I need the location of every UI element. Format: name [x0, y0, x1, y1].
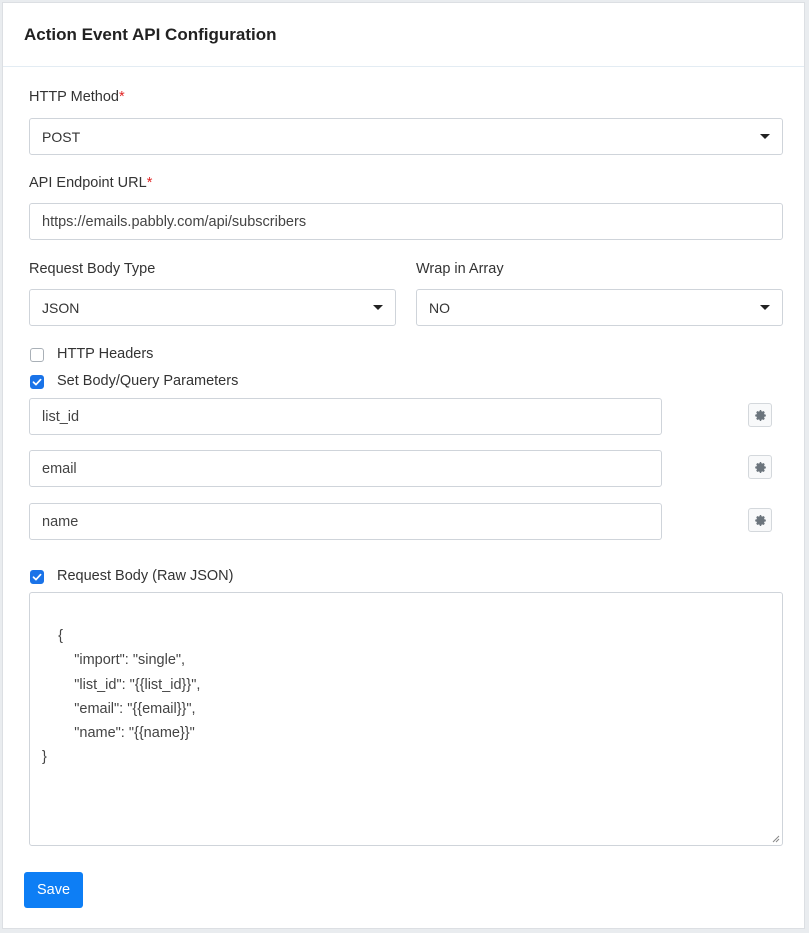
body-type-value: JSON: [42, 299, 80, 316]
endpoint-url-value: https://emails.pabbly.com/api/subscriber…: [42, 213, 307, 230]
param-input[interactable]: name: [29, 503, 662, 540]
set-params-checkbox[interactable]: [30, 375, 44, 389]
wrap-array-label: Wrap in Array: [416, 261, 504, 277]
checkmark-icon: [32, 378, 42, 386]
gear-icon: [754, 409, 766, 421]
wrap-array-select[interactable]: NO: [416, 289, 783, 326]
http-method-value: POST: [42, 128, 81, 145]
save-button[interactable]: Save: [24, 872, 83, 908]
http-method-label-text: HTTP Method: [29, 89, 119, 105]
chevron-down-icon: [373, 305, 383, 310]
body-type-label: Request Body Type: [29, 261, 156, 277]
http-method-label: HTTP Method*: [29, 89, 125, 105]
required-marker: *: [119, 89, 125, 105]
panel-header: Action Event API Configuration: [3, 3, 804, 67]
gear-icon: [754, 514, 766, 526]
param-settings-button[interactable]: [748, 403, 772, 427]
raw-body-checkbox[interactable]: [30, 570, 44, 584]
param-value: list_id: [42, 408, 80, 425]
required-marker: *: [146, 175, 153, 191]
raw-json-textarea[interactable]: { "import": "single", "list_id": "{{list…: [29, 592, 783, 846]
http-headers-checkbox[interactable]: [30, 348, 44, 362]
wrap-array-value: NO: [429, 299, 450, 316]
param-input[interactable]: list_id: [29, 398, 662, 435]
chevron-down-icon: [760, 305, 770, 310]
checkmark-icon: [32, 573, 42, 581]
body-type-select[interactable]: JSON: [29, 289, 396, 326]
param-input[interactable]: email: [29, 450, 662, 487]
param-value: email: [42, 460, 77, 477]
gear-icon: [754, 461, 766, 473]
set-params-label: Set Body/Query Parameters: [57, 373, 239, 389]
param-value: name: [42, 513, 79, 530]
endpoint-url-input[interactable]: https://emails.pabbly.com/api/subscriber…: [29, 203, 783, 240]
param-settings-button[interactable]: [748, 455, 772, 479]
panel-title: Action Event API Configuration: [24, 24, 277, 44]
http-headers-label: HTTP Headers: [57, 346, 154, 362]
chevron-down-icon: [760, 134, 770, 139]
api-config-panel: Action Event API Configuration HTTP Meth…: [2, 2, 805, 929]
param-settings-button[interactable]: [748, 508, 772, 532]
endpoint-label: API Endpoint URL*: [29, 175, 152, 191]
raw-json-content: { "import": "single", "list_id": "{{list…: [42, 628, 201, 766]
resize-handle-icon[interactable]: [772, 835, 780, 843]
endpoint-label-text: API Endpoint URL: [29, 175, 147, 191]
raw-body-label: Request Body (Raw JSON): [57, 568, 234, 584]
http-method-select[interactable]: POST: [29, 118, 783, 155]
